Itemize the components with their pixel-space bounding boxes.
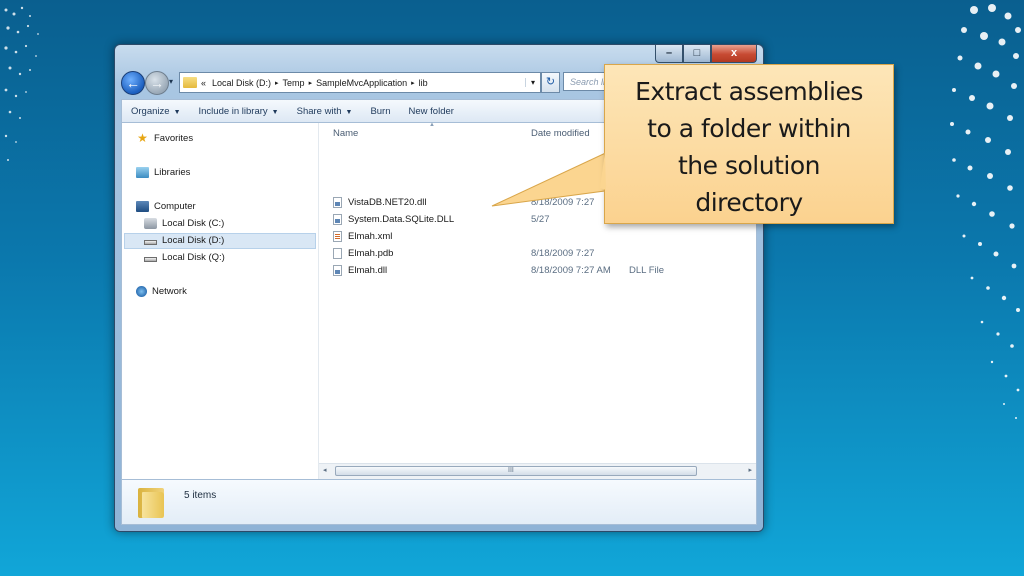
close-button[interactable]: x	[711, 45, 757, 63]
dropdown-arrow-icon: ▼	[345, 108, 353, 116]
breadcrumb-separator[interactable]: ▸	[309, 79, 313, 87]
nav-label: Local Disk (Q:)	[162, 252, 225, 263]
nav-label: Computer	[154, 201, 196, 212]
breadcrumb-temp[interactable]: Temp	[283, 78, 305, 88]
file-date: 5/27	[531, 213, 550, 225]
burn-button[interactable]: Burn	[361, 106, 399, 117]
organize-label: Organize	[131, 105, 170, 117]
recent-pages-dropdown[interactable]: ▾	[169, 77, 173, 86]
file-name: System.Data.SQLite.DLL	[348, 213, 455, 225]
column-header-date-modified[interactable]: Date modified	[531, 128, 590, 139]
dropdown-arrow-icon: ▼	[271, 108, 279, 116]
pdb-file-icon	[333, 247, 342, 259]
share-with-menu[interactable]: Share with ▼	[288, 106, 362, 117]
scroll-right-icon[interactable]: ▸	[748, 466, 752, 474]
scroll-left-icon[interactable]: ◂	[323, 466, 327, 474]
network-icon	[136, 286, 147, 297]
breadcrumb-lib[interactable]: lib	[419, 78, 428, 88]
back-arrow-icon: ←	[126, 75, 140, 91]
item-count: 5 items	[184, 490, 217, 501]
nav-label: Local Disk (C:)	[162, 218, 225, 229]
details-pane: 5 items	[121, 479, 757, 525]
nav-label: Favorites	[154, 133, 194, 144]
share-with-label: Share with	[296, 105, 342, 117]
file-name: Elmah.pdb	[348, 247, 394, 259]
minimize-button[interactable]: –	[655, 45, 683, 63]
dll-file-icon	[333, 213, 342, 225]
navigation-pane: ★ Favorites Libraries Computer Local Dis…	[122, 123, 319, 479]
include-in-library-menu[interactable]: Include in library ▼	[190, 106, 288, 117]
scrollbar-grip-icon: III	[508, 467, 514, 474]
dll-file-icon	[333, 196, 342, 208]
nav-item-libraries[interactable]: Libraries	[136, 167, 190, 178]
address-dropdown-icon[interactable]: ▾	[525, 78, 540, 87]
callout-text: Extract assemblies to a folder within th…	[605, 73, 893, 221]
refresh-button[interactable]: ↻	[541, 72, 560, 93]
nav-item-local-disk-q[interactable]: Local Disk (Q:)	[144, 252, 225, 263]
new-folder-button[interactable]: New folder	[400, 106, 463, 117]
nav-item-local-disk-d[interactable]: Local Disk (D:)	[144, 235, 224, 246]
dot-pattern-right	[950, 4, 1021, 419]
star-icon: ★	[137, 131, 148, 145]
breadcrumb-samplemvcapplication[interactable]: SampleMvcApplication	[316, 78, 407, 88]
nav-item-network[interactable]: Network	[136, 286, 187, 297]
libraries-icon	[136, 167, 149, 178]
xml-file-icon	[333, 230, 342, 242]
address-bar[interactable]: « Local Disk (D:) ▸ Temp ▸ SampleMvcAppl…	[179, 72, 541, 93]
folder-icon	[138, 486, 164, 518]
breadcrumb-local-disk-d[interactable]: Local Disk (D:)	[212, 78, 271, 88]
nav-label: Local Disk (D:)	[162, 235, 225, 246]
horizontal-scrollbar[interactable]: ◂ III ▸	[319, 463, 756, 479]
nav-item-favorites[interactable]: ★ Favorites	[136, 131, 194, 145]
scrollbar-thumb[interactable]: III	[335, 466, 697, 476]
callout-line: Extract assemblies	[635, 77, 863, 106]
file-date: 8/18/2009 7:27	[531, 196, 595, 208]
nav-label: Libraries	[154, 167, 191, 178]
drive-icon	[144, 239, 157, 245]
nav-item-computer[interactable]: Computer	[136, 201, 196, 212]
dll-file-icon	[333, 264, 342, 276]
breadcrumb-separator[interactable]: ▸	[275, 79, 279, 87]
nav-label: Network	[152, 286, 187, 297]
file-date: 8/18/2009 7:27 AM	[531, 264, 611, 276]
sort-ascending-icon: ▲	[429, 122, 435, 128]
folder-icon	[183, 77, 197, 88]
computer-icon	[136, 201, 149, 212]
drive-icon	[144, 256, 157, 262]
file-name: Elmah.dll	[348, 264, 388, 276]
callout-box: Extract assemblies to a folder within th…	[604, 64, 894, 224]
back-button[interactable]: ←	[121, 71, 145, 95]
callout-line: to a folder within	[647, 114, 851, 143]
file-name: Elmah.xml	[348, 230, 393, 242]
breadcrumb-separator[interactable]: ▸	[411, 79, 415, 87]
column-header-name[interactable]: Name	[333, 128, 358, 139]
forward-arrow-icon: →	[150, 75, 164, 91]
table-row[interactable]: Elmah.dll 8/18/2009 7:27 AM DLL File	[333, 262, 753, 278]
include-in-library-label: Include in library	[198, 105, 268, 117]
callout-line: the solution	[678, 151, 820, 180]
dropdown-arrow-icon: ▼	[173, 108, 181, 116]
forward-button[interactable]: →	[145, 71, 169, 95]
callout-line: directory	[695, 188, 803, 217]
file-type: DLL File	[629, 264, 665, 276]
organize-menu[interactable]: Organize ▼	[122, 106, 190, 117]
table-row[interactable]: Elmah.xml	[333, 228, 753, 244]
maximize-button[interactable]: □	[683, 45, 711, 63]
dot-pattern-left	[4, 6, 39, 161]
refresh-icon: ↻	[545, 76, 556, 88]
nav-item-local-disk-c[interactable]: Local Disk (C:)	[144, 218, 224, 229]
breadcrumb-overflow[interactable]: «	[201, 78, 206, 88]
file-date: 8/18/2009 7:27	[531, 247, 595, 259]
table-row[interactable]: Elmah.pdb 8/18/2009 7:27	[333, 245, 753, 261]
system-drive-icon	[144, 218, 157, 229]
caption-buttons: – □ x	[655, 45, 757, 63]
file-name: VistaDB.NET20.dll	[348, 196, 427, 208]
